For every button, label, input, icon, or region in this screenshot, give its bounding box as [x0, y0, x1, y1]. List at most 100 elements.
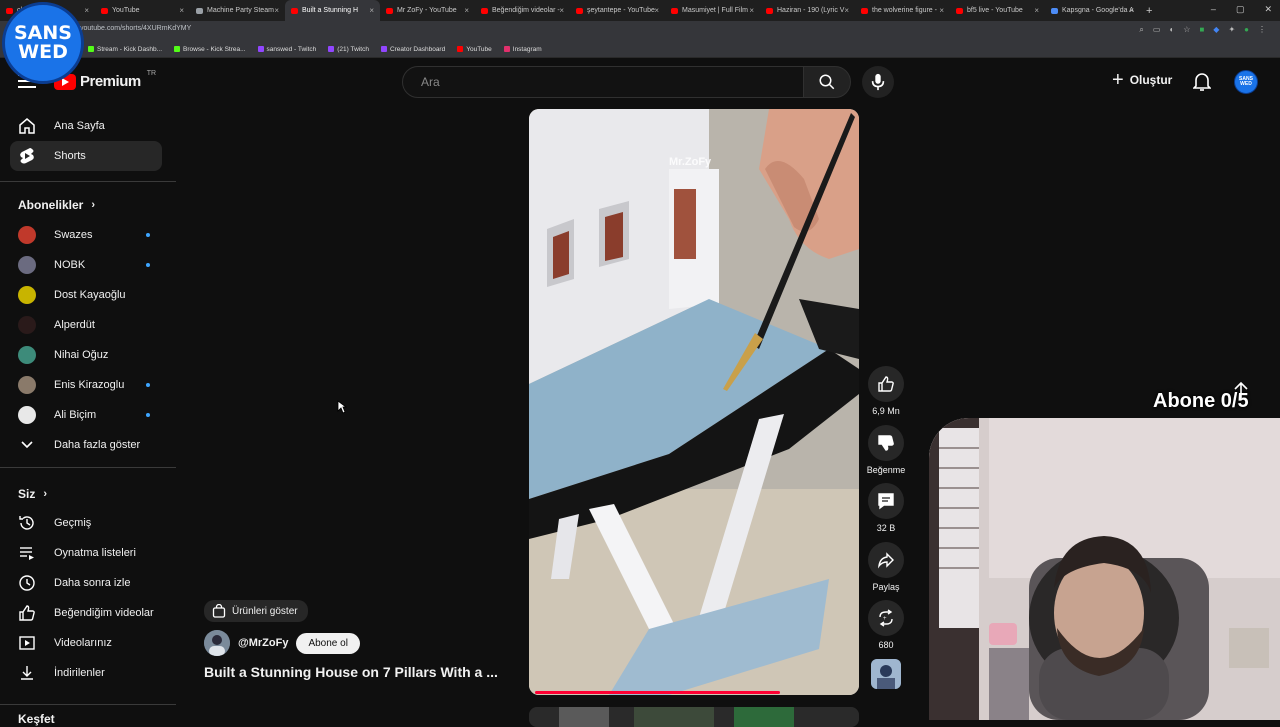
- sidebar-item-shorts[interactable]: Shorts: [10, 141, 162, 171]
- sidebar-item-you[interactable]: Oynatma listeleri: [10, 538, 162, 568]
- browser-tab[interactable]: Masumiyet | Full Film ×: [665, 0, 760, 21]
- show-more-button[interactable]: Daha fazla göster: [10, 430, 162, 460]
- bookmark-favicon-icon: [328, 46, 335, 52]
- subscription-item[interactable]: Swazes: [10, 220, 162, 250]
- extension-icon[interactable]: ◆: [1213, 25, 1219, 35]
- video-progress-bar[interactable]: [535, 691, 780, 694]
- close-tab-icon[interactable]: ×: [179, 6, 184, 15]
- show-products-label: Ürünleri göster: [232, 605, 298, 617]
- close-tab-icon[interactable]: ×: [939, 6, 944, 15]
- sidebar-item-home[interactable]: Ana Sayfa: [10, 111, 162, 141]
- like-count: 6,9 Mn: [872, 406, 900, 416]
- sidebar-item-you[interactable]: Beğendiğim videolar: [10, 598, 162, 628]
- bookmark-item[interactable]: Instagram: [503, 46, 542, 53]
- short-title[interactable]: Built a Stunning House on 7 Pillars With…: [204, 664, 498, 680]
- search-input[interactable]: Ara: [402, 66, 804, 98]
- youtube-logo[interactable]: Premium TR: [54, 70, 156, 90]
- browser-tab[interactable]: Built a Stunning H ×: [285, 0, 380, 21]
- share-button[interactable]: Paylaş: [866, 542, 906, 592]
- browser-tab[interactable]: Haziran - 190 (Lyric V ×: [760, 0, 855, 21]
- close-tab-icon[interactable]: ×: [844, 6, 849, 15]
- video-watermark: Mr.ZoFy: [669, 156, 712, 168]
- browser-tab[interactable]: YouTube ×: [95, 0, 190, 21]
- bookmark-item[interactable]: Browse - Kick Strea...: [174, 46, 246, 53]
- menu-dots-icon[interactable]: ⋮: [1258, 25, 1266, 35]
- like-button[interactable]: 6,9 Mn: [866, 366, 906, 416]
- close-tab-icon[interactable]: ×: [749, 6, 754, 15]
- you-header[interactable]: Siz ›: [18, 487, 47, 501]
- close-tab-icon[interactable]: ×: [1034, 6, 1039, 15]
- notifications-button[interactable]: [1192, 72, 1212, 97]
- subscription-item[interactable]: Alperdüt: [10, 310, 162, 340]
- url-field[interactable]: youtube.com/shorts/4XURmKdYMY: [80, 25, 191, 32]
- account-avatar[interactable]: SANS WED: [1234, 70, 1258, 94]
- next-short-preview[interactable]: [529, 707, 859, 727]
- browser-tab[interactable]: the wolverine figure - ×: [855, 0, 950, 21]
- browser-tab[interactable]: bf5 live - YouTube ×: [950, 0, 1045, 21]
- tab-title: YouTube: [112, 7, 140, 14]
- subscription-item[interactable]: Ali Biçim: [10, 400, 162, 430]
- channel-avatar: [18, 316, 36, 334]
- show-products-button[interactable]: Ürünleri göster: [204, 600, 308, 622]
- bookmark-star-icon[interactable]: ☆: [1183, 25, 1190, 35]
- download-icon: [18, 664, 36, 682]
- close-tab-icon[interactable]: ×: [464, 6, 469, 15]
- new-tab-button[interactable]: +: [1146, 5, 1152, 17]
- sidebar-item-you[interactable]: Videolarınız: [10, 628, 162, 658]
- tab-title: Mr ZoFy - YouTube: [397, 7, 457, 14]
- translate-icon[interactable]: ◐: [1169, 25, 1174, 35]
- dislike-button[interactable]: Beğenme: [866, 425, 906, 475]
- close-tab-icon[interactable]: ×: [559, 6, 564, 15]
- bookmark-label: sanswed - Twitch: [266, 45, 317, 53]
- close-tab-icon[interactable]: ×: [84, 6, 89, 15]
- channel-avatar[interactable]: [204, 630, 230, 656]
- close-tab-icon[interactable]: ×: [1129, 6, 1134, 15]
- close-tab-icon[interactable]: ×: [274, 6, 279, 15]
- remix-button[interactable]: + 680: [866, 600, 906, 650]
- sidebar-item-you[interactable]: Geçmiş: [10, 508, 162, 538]
- bookmark-item[interactable]: sanswed - Twitch: [257, 45, 317, 53]
- comments-button[interactable]: 32 B: [866, 483, 906, 533]
- create-button[interactable]: + Oluştur: [1112, 70, 1172, 90]
- puzzle-icon[interactable]: ✦: [1228, 25, 1235, 35]
- browser-tab[interactable]: Kapsgna - Google'da A ×: [1045, 0, 1140, 21]
- channel-avatar: [18, 286, 36, 304]
- favicon-icon: [1051, 7, 1058, 14]
- bookmark-item[interactable]: Creator Dashboard: [380, 46, 445, 53]
- browser-tab[interactable]: Mr ZoFy - YouTube ×: [380, 0, 475, 21]
- profile-icon[interactable]: ●: [1244, 25, 1249, 35]
- close-icon[interactable]: ✕: [1264, 4, 1272, 15]
- subscription-item[interactable]: Dost Kayaoğlu: [10, 280, 162, 310]
- subscription-label: NOBK: [54, 259, 86, 271]
- browser-tab[interactable]: Beğendiğim videolar - ×: [475, 0, 570, 21]
- channel-name[interactable]: @MrZoFy: [238, 637, 288, 649]
- sidebar-item-label: Oynatma listeleri: [54, 547, 136, 559]
- short-video-player[interactable]: Mr.ZoFy: [529, 109, 859, 695]
- subscribe-button[interactable]: Abone ol: [296, 632, 360, 654]
- audio-track-thumbnail[interactable]: [871, 659, 901, 689]
- subscription-item[interactable]: Nihai Oğuz: [10, 340, 162, 370]
- voice-search-button[interactable]: [862, 66, 894, 98]
- maximize-icon[interactable]: ▢: [1236, 4, 1245, 15]
- close-tab-icon[interactable]: ×: [369, 6, 374, 15]
- subscription-item[interactable]: NOBK: [10, 250, 162, 280]
- thumbs-up-icon: [878, 376, 894, 392]
- sidebar-item-you[interactable]: Daha sonra izle: [10, 568, 162, 598]
- search-icon[interactable]: ⌕: [1139, 25, 1143, 35]
- bookmark-item[interactable]: YouTube: [457, 46, 492, 53]
- cast-icon[interactable]: ▭: [1153, 25, 1161, 35]
- extension-icon[interactable]: ■: [1199, 25, 1204, 35]
- bookmark-item[interactable]: Stream - Kick Dashb...: [88, 46, 162, 53]
- minimize-icon[interactable]: –: [1211, 4, 1216, 15]
- subscriptions-header[interactable]: Abonelikler ›: [18, 198, 95, 212]
- subscription-item[interactable]: Enis Kirazoglu: [10, 370, 162, 400]
- chevron-right-icon: ›: [91, 199, 96, 211]
- close-tab-icon[interactable]: ×: [654, 6, 659, 15]
- search-button[interactable]: [803, 66, 851, 98]
- bookmark-item[interactable]: (21) Twitch: [328, 46, 369, 53]
- sidebar-item-you[interactable]: İndirilenler: [10, 658, 162, 688]
- tab-title: Machine Party Steam: [207, 7, 274, 14]
- browser-tab[interactable]: şeytantepe - YouTube ×: [570, 0, 665, 21]
- tab-title: şeytantepe - YouTube: [587, 7, 655, 14]
- browser-tab[interactable]: Machine Party Steam ×: [190, 0, 285, 21]
